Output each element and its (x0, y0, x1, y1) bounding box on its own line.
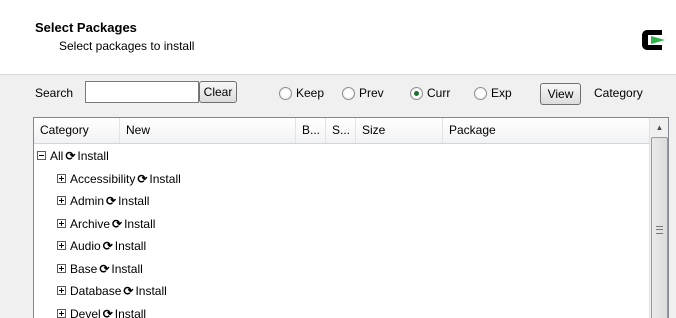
expand-plus-icon[interactable] (57, 308, 66, 318)
category-name: Base (70, 261, 98, 276)
install-action[interactable]: Install (124, 217, 155, 231)
category-row-label: Base ⟳ Install (70, 258, 143, 280)
category-name: Database (70, 284, 122, 298)
list-rows: All ⟳ Install Accessibility ⟳ Install Admin ⟳ In… (34, 145, 650, 318)
page-title: Select Packages (35, 20, 137, 35)
wizard-header: Select Packages Select packages to insta… (0, 0, 676, 75)
radio-curr-label: Curr (427, 86, 451, 100)
search-label: Search (35, 86, 74, 100)
expand-plus-icon[interactable] (57, 263, 66, 273)
category-name: Audio (70, 239, 101, 253)
install-action[interactable]: Install (149, 172, 180, 186)
scroll-up-arrow-icon[interactable]: ▲ (650, 118, 668, 137)
category-row[interactable]: Devel ⟳ Install (34, 303, 650, 318)
thumb-grip-icon (656, 226, 663, 234)
cycle-arrows-icon[interactable]: ⟳ (106, 190, 116, 212)
column-source[interactable]: S... (326, 118, 356, 143)
view-button[interactable]: View (540, 83, 581, 105)
filter-toolbar: Search Clear Keep Prev Curr Exp View Cat… (0, 80, 676, 108)
cycle-arrows-icon[interactable]: ⟳ (137, 168, 147, 190)
install-action[interactable]: Install (77, 149, 108, 163)
category-row[interactable]: All ⟳ Install (34, 145, 650, 168)
install-action[interactable]: Install (111, 262, 142, 276)
scroll-thumb[interactable] (651, 137, 668, 318)
radio-keep-circle[interactable] (279, 87, 292, 100)
cycle-arrows-icon[interactable]: ⟳ (103, 235, 113, 257)
column-binary[interactable]: B... (296, 118, 326, 143)
category-row-label: Database ⟳ Install (70, 280, 167, 302)
radio-curr-circle[interactable] (410, 87, 423, 100)
column-size[interactable]: Size (356, 118, 443, 143)
category-row-label: Audio ⟳ Install (70, 235, 146, 257)
category-row[interactable]: Database ⟳ Install (34, 280, 650, 303)
column-category[interactable]: Category (34, 118, 120, 143)
install-action[interactable]: Install (135, 284, 166, 298)
category-name: Admin (70, 194, 105, 208)
cycle-arrows-icon[interactable]: ⟳ (65, 145, 75, 167)
category-row[interactable]: Base ⟳ Install (34, 258, 650, 281)
radio-exp-label: Exp (491, 86, 512, 100)
category-name: All (50, 149, 64, 163)
category-row-label: Devel ⟳ Install (70, 303, 146, 318)
category-row[interactable]: Audio ⟳ Install (34, 235, 650, 258)
category-row[interactable]: Accessibility ⟳ Install (34, 168, 650, 191)
install-action[interactable]: Install (115, 307, 146, 318)
category-name: Archive (70, 216, 111, 231)
category-row-label: All ⟳ Install (50, 145, 109, 167)
cycle-arrows-icon[interactable]: ⟳ (112, 213, 122, 235)
category-row[interactable]: Archive ⟳ Install (34, 213, 650, 236)
vertical-scrollbar[interactable]: ▲ (649, 118, 668, 318)
search-input[interactable] (85, 81, 199, 103)
radio-prev-label: Prev (359, 86, 384, 100)
install-action[interactable]: Install (118, 194, 149, 208)
package-list[interactable]: Category New B... S... Size Package All ⟳… (33, 117, 669, 318)
expand-plus-icon[interactable] (57, 286, 66, 295)
cycle-arrows-icon[interactable]: ⟳ (99, 258, 109, 280)
column-new[interactable]: New (120, 118, 296, 143)
category-row-label: Admin ⟳ Install (70, 190, 149, 212)
cycle-arrows-icon[interactable]: ⟳ (123, 280, 133, 302)
radio-exp-circle[interactable] (474, 87, 487, 100)
collapse-minus-icon[interactable] (37, 151, 46, 160)
category-name: Devel (70, 306, 101, 318)
category-name: Accessibility (70, 171, 136, 186)
radio-keep-label: Keep (296, 86, 325, 100)
expand-plus-icon[interactable] (57, 218, 66, 228)
category-row-label: Accessibility ⟳ Install (70, 168, 181, 190)
category-row-label: Archive ⟳ Install (70, 213, 155, 235)
clear-button[interactable]: Clear (199, 81, 237, 103)
expand-plus-icon[interactable] (57, 241, 66, 250)
category-row[interactable]: Admin ⟳ Install (34, 190, 650, 213)
page-subtitle: Select packages to install (59, 39, 195, 53)
radio-prev-circle[interactable] (342, 87, 355, 100)
install-action[interactable]: Install (115, 239, 146, 253)
expand-plus-icon[interactable] (57, 196, 66, 205)
expand-plus-icon[interactable] (57, 173, 66, 183)
cygwin-logo-icon (642, 30, 665, 50)
view-mode-label: Category (594, 86, 643, 100)
column-package[interactable]: Package (443, 118, 650, 143)
column-header: Category New B... S... Size Package (34, 118, 650, 144)
cycle-arrows-icon[interactable]: ⟳ (103, 303, 113, 318)
